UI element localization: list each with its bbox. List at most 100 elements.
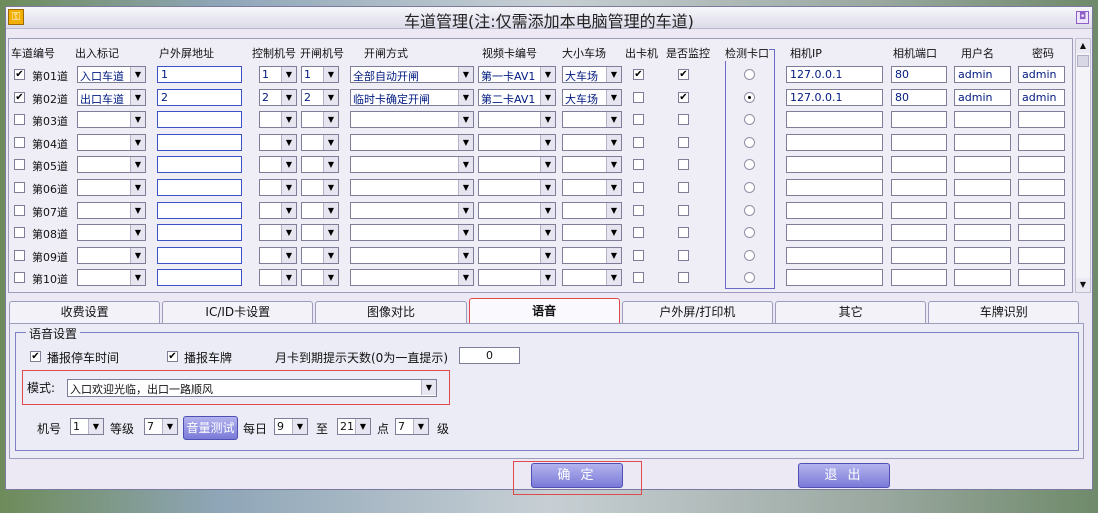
camera-port-input[interactable] (891, 269, 947, 287)
username-input[interactable]: admin (954, 66, 1011, 83)
inout-select[interactable]: ▼ (77, 201, 146, 219)
parking-size-select[interactable]: ▼ (562, 201, 622, 219)
chevron-down-icon[interactable]: ▼ (323, 180, 338, 195)
monitor-checkbox[interactable]: ✔ (678, 69, 689, 80)
tab-item[interactable]: 其它 (775, 301, 927, 323)
detect-radio[interactable] (744, 182, 755, 193)
detect-radio[interactable] (744, 249, 755, 261)
chevron-down-icon[interactable]: ▼ (540, 270, 555, 286)
chevron-down-icon[interactable]: ▼ (88, 419, 103, 434)
video-card-select[interactable]: ▼ (478, 224, 556, 242)
camera-ip-input[interactable]: 127.0.0.1 (786, 66, 883, 83)
gate-select[interactable]: ▼ (301, 111, 339, 129)
chevron-down-icon[interactable]: ▼ (130, 112, 145, 128)
controller-select[interactable]: ▼ (259, 111, 297, 129)
chevron-down-icon[interactable]: ▼ (458, 67, 473, 82)
chevron-down-icon[interactable]: ▼ (130, 180, 145, 195)
chevron-down-icon[interactable]: ▼ (323, 134, 338, 150)
lane-checkbox[interactable] (14, 182, 25, 193)
chevron-down-icon[interactable]: ▼ (281, 89, 296, 105)
chevron-down-icon[interactable]: ▼ (458, 89, 473, 105)
card-machine-checkbox[interactable] (633, 159, 644, 171)
tab-item[interactable]: 收费设置 (9, 301, 161, 323)
card-machine-checkbox[interactable] (633, 227, 644, 239)
chevron-down-icon[interactable]: ▼ (606, 157, 621, 173)
username-input[interactable] (954, 269, 1011, 287)
parking-size-select[interactable]: ▼ (562, 133, 622, 151)
screen-address-input[interactable] (157, 246, 242, 264)
password-input[interactable]: admin (1018, 66, 1065, 83)
monitor-checkbox[interactable] (678, 272, 689, 284)
parking-size-select[interactable]: ▼ (562, 269, 622, 287)
screen-address-input[interactable] (157, 269, 242, 287)
chevron-down-icon[interactable]: ▼ (540, 134, 555, 150)
tab-item[interactable]: 车牌识别 (928, 301, 1080, 323)
card-machine-checkbox[interactable] (633, 136, 644, 148)
camera-port-input[interactable]: 80 (891, 88, 947, 106)
gate-select[interactable]: ▼ (301, 133, 339, 151)
chevron-down-icon[interactable]: ▼ (606, 270, 621, 286)
inout-select[interactable]: ▼ (77, 156, 146, 174)
lane-checkbox[interactable] (14, 159, 25, 171)
gate-select[interactable]: ▼ (301, 269, 339, 287)
password-input[interactable]: admin (1018, 88, 1065, 106)
password-input[interactable] (1018, 111, 1065, 129)
chevron-down-icon[interactable]: ▼ (281, 202, 296, 218)
chevron-down-icon[interactable]: ▼ (162, 419, 177, 434)
camera-ip-input[interactable] (786, 269, 883, 287)
chevron-down-icon[interactable]: ▼ (606, 67, 621, 82)
lane-checkbox[interactable]: ✔ (14, 69, 25, 80)
chevron-down-icon[interactable]: ▼ (540, 89, 555, 105)
username-input[interactable] (954, 111, 1011, 129)
screen-address-input[interactable] (157, 111, 242, 129)
card-machine-checkbox[interactable] (633, 272, 644, 284)
parking-size-select[interactable]: ▼ (562, 246, 622, 264)
video-card-select[interactable]: ▼ (478, 156, 556, 174)
chevron-down-icon[interactable]: ▼ (355, 419, 370, 434)
chevron-down-icon[interactable]: ▼ (130, 202, 145, 218)
username-input[interactable] (954, 133, 1011, 151)
chevron-down-icon[interactable]: ▼ (323, 270, 338, 286)
camera-ip-input[interactable] (786, 179, 883, 196)
controller-select[interactable]: ▼ (259, 133, 297, 151)
chevron-down-icon[interactable]: ▼ (281, 67, 296, 82)
chevron-down-icon[interactable]: ▼ (323, 225, 338, 241)
screen-address-input[interactable] (157, 201, 242, 219)
card-machine-checkbox[interactable] (633, 91, 644, 103)
detect-radio[interactable] (744, 136, 755, 148)
chevron-down-icon[interactable]: ▼ (281, 134, 296, 150)
username-input[interactable]: admin (954, 88, 1011, 106)
inout-select[interactable]: ▼ (77, 269, 146, 287)
monitor-checkbox[interactable] (678, 249, 689, 261)
gate-select[interactable]: ▼ (301, 224, 339, 242)
chevron-down-icon[interactable]: ▼ (540, 225, 555, 241)
screen-address-input[interactable]: 1 (157, 66, 242, 83)
chevron-down-icon[interactable]: ▼ (540, 247, 555, 263)
screen-address-input[interactable]: 2 (157, 88, 242, 106)
camera-port-input[interactable] (891, 201, 947, 219)
grade-select[interactable]: 7 ▼ (144, 418, 178, 435)
open-mode-select[interactable]: ▼ (350, 269, 474, 287)
chevron-down-icon[interactable]: ▼ (540, 202, 555, 218)
daily-from-select[interactable]: 9 ▼ (274, 418, 308, 435)
open-mode-select[interactable]: ▼ (350, 246, 474, 264)
chevron-down-icon[interactable]: ▼ (606, 202, 621, 218)
password-input[interactable] (1018, 133, 1065, 151)
chevron-down-icon[interactable]: ▼ (606, 134, 621, 150)
parking-size-select[interactable]: ▼ (562, 224, 622, 242)
gate-select[interactable]: 2 ▼ (301, 88, 339, 106)
username-input[interactable] (954, 179, 1011, 196)
password-input[interactable] (1018, 224, 1065, 242)
open-mode-select[interactable]: ▼ (350, 111, 474, 129)
inout-select[interactable]: ▼ (77, 246, 146, 264)
controller-select[interactable]: ▼ (259, 179, 297, 196)
parking-size-select[interactable]: 大车场 ▼ (562, 66, 622, 83)
camera-port-input[interactable] (891, 156, 947, 174)
open-mode-select[interactable]: ▼ (350, 224, 474, 242)
inout-select[interactable]: 出口车道 ▼ (77, 88, 146, 106)
username-input[interactable] (954, 201, 1011, 219)
grid-scrollbar[interactable]: ▲ ▼ (1075, 38, 1091, 293)
volume-test-button[interactable]: 音量测试 (183, 416, 238, 440)
chevron-down-icon[interactable]: ▼ (130, 157, 145, 173)
card-machine-checkbox[interactable] (633, 114, 644, 126)
